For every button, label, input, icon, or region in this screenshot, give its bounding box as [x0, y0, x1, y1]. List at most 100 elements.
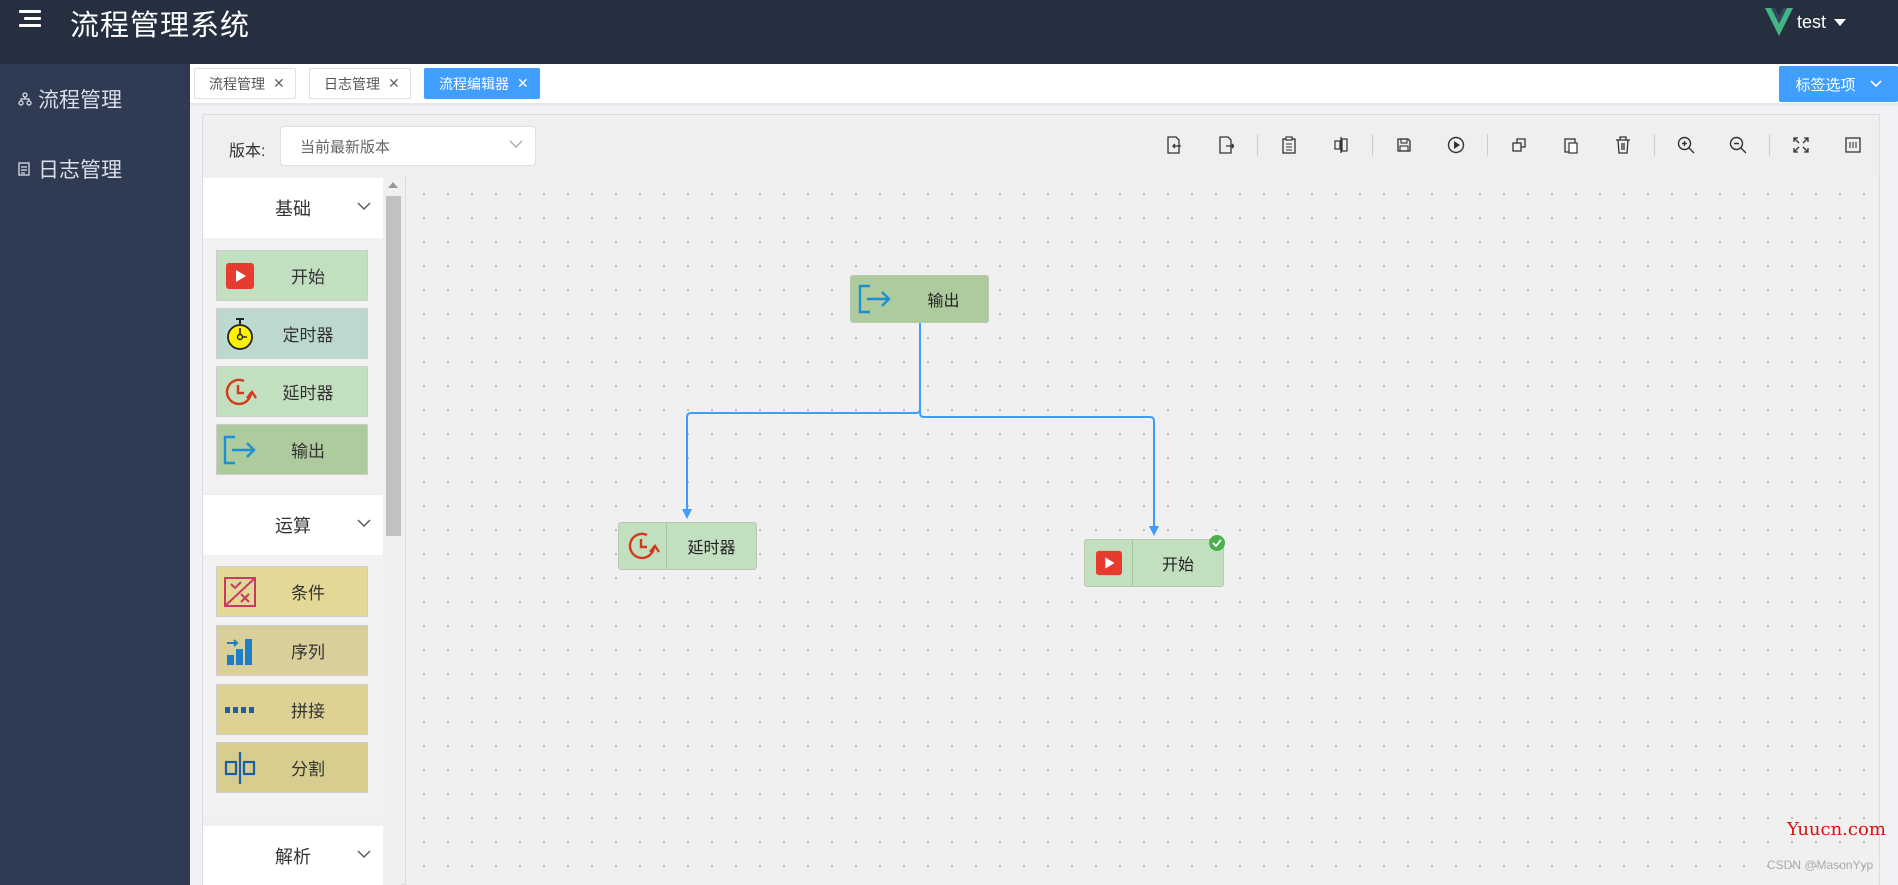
zoom-out-icon[interactable] [1712, 129, 1764, 161]
canvas-node-label: 开始 [1161, 557, 1194, 574]
palette-item-label: 条件 [291, 584, 325, 603]
chevron-down-icon [357, 519, 371, 527]
group-title: 基础 [275, 199, 311, 219]
sidebar-item-flow[interactable]: 流程管理 [0, 64, 190, 134]
document-icon [18, 162, 32, 176]
close-icon[interactable]: ✕ [517, 75, 529, 92]
tab-label: 流程编辑器 [439, 75, 509, 92]
sidebar-item-label: 流程管理 [38, 89, 122, 112]
scrollbar-thumb[interactable] [386, 196, 401, 536]
palette-item-label: 序列 [291, 643, 325, 662]
align-icon[interactable] [1315, 129, 1367, 161]
toolbar-divider [1769, 134, 1770, 156]
toolbar-divider [1654, 134, 1655, 156]
sidebar-item-label: 日志管理 [38, 159, 122, 182]
delete-icon[interactable] [1597, 129, 1649, 161]
output-arrow-icon [217, 425, 263, 474]
palette-group-parse[interactable]: 解析 [203, 826, 383, 885]
start-play-icon [217, 251, 263, 300]
palette-item-label: 延时器 [282, 384, 334, 403]
version-select[interactable]: 当前最新版本 [280, 126, 536, 166]
concat-icon [217, 685, 263, 734]
tab-label: 日志管理 [324, 75, 380, 92]
palette-item-label: 分割 [291, 760, 325, 779]
canvas-node-label: 延时器 [687, 540, 736, 557]
run-icon[interactable] [1430, 129, 1482, 161]
watermark-site: Yuucn.com [1787, 819, 1886, 840]
flow-editor: 版本: 当前最新版本 基础 开始 定时器 延时器 输出 运算 条件 序列 拼接 … [202, 114, 1880, 885]
caret-down-icon [1834, 18, 1846, 26]
fullscreen-icon[interactable] [1775, 129, 1827, 161]
tabs-bar: 流程管理 ✕ 日志管理 ✕ 流程编辑器 ✕ 标签选项 [190, 64, 1898, 104]
group-title: 运算 [275, 516, 311, 536]
condition-icon [217, 567, 263, 616]
paste-icon[interactable] [1545, 129, 1597, 161]
palette-item-label: 开始 [291, 268, 325, 287]
arrowhead-icon [1149, 526, 1159, 536]
success-check-icon [1209, 535, 1225, 551]
sidebar-item-log[interactable]: 日志管理 [0, 134, 190, 204]
version-value: 当前最新版本 [300, 138, 391, 156]
version-label: 版本: [229, 143, 266, 160]
palette-item-label: 拼接 [291, 702, 325, 721]
palette-group-operation[interactable]: 运算 [203, 495, 383, 555]
scroll-up-icon[interactable] [388, 182, 398, 188]
tab-flow-editor[interactable]: 流程编辑器 ✕ [424, 68, 540, 99]
tab-label: 流程管理 [209, 75, 265, 92]
clipboard-icon[interactable] [1263, 129, 1315, 161]
tab-log-management[interactable]: 日志管理 ✕ [309, 68, 411, 99]
toolbar-divider [1372, 134, 1373, 156]
export-icon[interactable] [1200, 129, 1252, 161]
hamburger-menu-icon[interactable] [19, 10, 43, 30]
palette-item-output[interactable]: 输出 [216, 424, 368, 475]
copy-icon[interactable] [1493, 129, 1545, 161]
palette-item-condition[interactable]: 条件 [216, 566, 368, 617]
editor-toolbar [1148, 129, 1879, 161]
palette-item-delay[interactable]: 延时器 [216, 366, 368, 417]
chevron-down-icon [357, 202, 371, 210]
palette-scrollbar[interactable] [383, 178, 401, 885]
import-icon[interactable] [1148, 129, 1200, 161]
tab-options-button[interactable]: 标签选项 [1779, 66, 1898, 102]
start-play-icon [1085, 540, 1133, 586]
close-icon[interactable]: ✕ [388, 75, 400, 92]
palette-item-start[interactable]: 开始 [216, 250, 368, 301]
node-palette: 基础 开始 定时器 延时器 输出 运算 条件 序列 拼接 分割 解析 [203, 176, 401, 885]
tab-options-label: 标签选项 [1795, 76, 1856, 94]
tab-flow-management[interactable]: 流程管理 ✕ [194, 68, 296, 99]
chevron-down-icon [509, 140, 523, 148]
split-icon [217, 743, 263, 792]
canvas-node-delay[interactable]: 延时器 [618, 522, 757, 570]
chevron-down-icon [357, 850, 371, 858]
delay-clock-icon [619, 523, 667, 569]
canvas-node-start[interactable]: 开始 [1084, 535, 1225, 587]
minimap-icon[interactable] [1827, 129, 1879, 161]
sidebar: 流程管理 日志管理 [0, 64, 190, 885]
palette-item-concat[interactable]: 拼接 [216, 684, 368, 735]
arrowhead-icon [682, 509, 692, 519]
palette-item-timer[interactable]: 定时器 [216, 308, 368, 359]
editor-toolbar-row: 版本: 当前最新版本 [203, 115, 1879, 175]
save-icon[interactable] [1378, 129, 1430, 161]
app-title: 流程管理系统 [70, 10, 251, 42]
zoom-in-icon[interactable] [1660, 129, 1712, 161]
top-header: 流程管理系统 test [0, 0, 1898, 64]
group-title: 解析 [275, 847, 311, 867]
palette-group-basic[interactable]: 基础 [203, 178, 383, 238]
palette-item-split[interactable]: 分割 [216, 742, 368, 793]
palette-item-label: 输出 [291, 442, 325, 461]
canvas-node-output[interactable]: 输出 [850, 275, 989, 323]
toolbar-divider [1487, 134, 1488, 156]
sequence-icon [217, 626, 263, 675]
vue-logo-icon [1764, 8, 1793, 36]
chevron-down-icon [1869, 80, 1882, 88]
output-arrow-icon [851, 276, 899, 322]
watermark-credit: CSDN @MasonYyp [1767, 858, 1874, 872]
delay-clock-icon [217, 367, 263, 416]
user-menu[interactable]: test [1764, 6, 1846, 38]
palette-item-sequence[interactable]: 序列 [216, 625, 368, 676]
palette-item-label: 定时器 [282, 326, 334, 345]
flow-canvas[interactable]: 输出 延时器 开始 [405, 176, 1879, 885]
edge-output-to-delay [686, 321, 921, 513]
close-icon[interactable]: ✕ [273, 75, 285, 92]
